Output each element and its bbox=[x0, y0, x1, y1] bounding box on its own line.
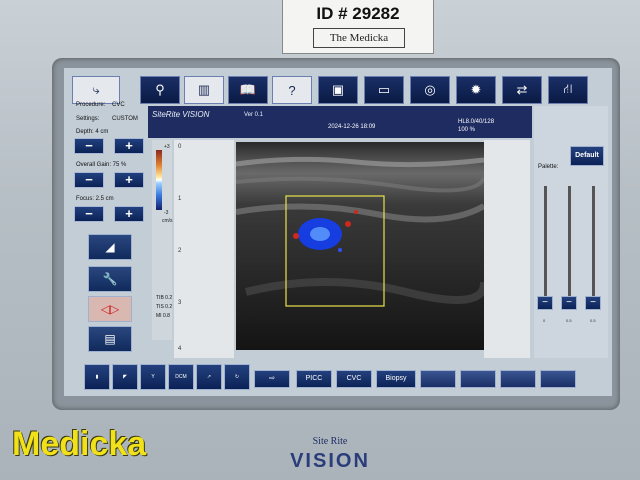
procedure-label: Procedure: bbox=[76, 102, 106, 108]
color-bar bbox=[156, 150, 162, 210]
slider-knob-2[interactable]: − bbox=[561, 296, 577, 310]
default-button[interactable]: Default bbox=[570, 146, 604, 166]
syringe-icon[interactable]: ⇨ bbox=[254, 370, 290, 388]
slider-track-2[interactable] bbox=[568, 186, 571, 296]
swap-icon[interactable]: ⇄ bbox=[502, 76, 542, 104]
logo-line-2: VISION bbox=[290, 450, 370, 472]
depth-tick: 0 bbox=[178, 144, 182, 150]
ultrasound-image[interactable] bbox=[236, 142, 484, 350]
bottom-toolbar: ▮ ◤ Y DCM ↗ ↻ ⇨ PICC CVC Biopsy bbox=[64, 358, 612, 396]
probe-thumb-icon[interactable]: ◤ bbox=[112, 364, 138, 390]
version-label: Ver 0.1 bbox=[244, 112, 264, 118]
empty-slot-3[interactable] bbox=[500, 370, 536, 388]
reel-icon[interactable]: ◎ bbox=[410, 76, 450, 104]
cvc-button[interactable]: CVC bbox=[336, 370, 372, 388]
palette-label: Palette: bbox=[538, 164, 559, 170]
power-percent: 100 % bbox=[458, 127, 476, 133]
empty-slot-4[interactable] bbox=[540, 370, 576, 388]
empty-slot-2[interactable] bbox=[460, 370, 496, 388]
picc-button[interactable]: PICC bbox=[296, 370, 332, 388]
depth-label: Depth: 4 cm bbox=[76, 129, 109, 135]
ultrasound-canvas bbox=[236, 142, 484, 350]
focus-label: Focus: 2.5 cm bbox=[76, 196, 114, 202]
mi-label: MI 0.8 bbox=[156, 313, 170, 319]
slider-tick: 0.5 bbox=[566, 318, 572, 323]
save-icon[interactable]: ▣ bbox=[318, 76, 358, 104]
record-icon[interactable]: ◁▷ bbox=[88, 296, 132, 322]
empty-slot-1[interactable] bbox=[420, 370, 456, 388]
depth-scale: 0 1 2 3 4 bbox=[174, 140, 234, 358]
brand-title: SiteRite VISION bbox=[152, 110, 210, 119]
slider-tick: 0.5 bbox=[590, 318, 596, 323]
left-control-panel: Procedure: CVC Settings: CUSTOM Depth: 4… bbox=[72, 102, 150, 352]
probe-label: HL8.0/40/128 bbox=[458, 119, 495, 125]
catheter-icon[interactable]: ↗ bbox=[196, 364, 222, 390]
depth-tick: 4 bbox=[178, 346, 182, 352]
depth-tick: 3 bbox=[178, 300, 182, 306]
procedure-value: CVC bbox=[112, 102, 125, 108]
slider-tick: 0 bbox=[543, 318, 546, 323]
book-icon[interactable]: 📖 bbox=[228, 76, 268, 104]
folder-icon[interactable]: ▭ bbox=[364, 76, 404, 104]
slider-track-3[interactable] bbox=[592, 186, 595, 296]
road-icon[interactable]: ⛙ bbox=[548, 76, 588, 104]
focus-minus-button[interactable]: − bbox=[74, 206, 104, 222]
probe-stats: HL8.0/40/128 100 % bbox=[458, 118, 494, 134]
tib-label: TIB 0.2 bbox=[156, 295, 173, 301]
watermark-text: Medicka bbox=[12, 425, 147, 463]
tis-label: TIS 0.2 bbox=[156, 304, 173, 310]
depth-tick: 2 bbox=[178, 248, 182, 254]
date-time: 2024-12-26 18:09 bbox=[328, 124, 376, 130]
right-control-panel: Default Palette: − − − 0 0.5 0.5 bbox=[534, 106, 608, 368]
gain-minus-button[interactable]: − bbox=[74, 172, 104, 188]
settings-label: Settings: bbox=[76, 116, 100, 122]
device-logo: Site Rite VISION bbox=[270, 436, 390, 476]
gain-plus-button[interactable]: + bbox=[114, 172, 144, 188]
safety-indices: TIB 0.2 TIS 0.2 MI 0.8 bbox=[156, 294, 172, 321]
scale-top-label: +3 bbox=[164, 144, 170, 150]
image-header: SiteRite VISION Ver 0.1 2024-12-26 18:09… bbox=[148, 106, 532, 138]
wrench-icon[interactable]: 🔧 bbox=[88, 266, 132, 292]
logo-line-1: Site Rite bbox=[312, 436, 348, 447]
top-toolbar: ⤷ ⚲ ▥ 📖 ? ▣ ▭ ◎ ✹ ⇄ ⛙ bbox=[72, 76, 606, 106]
biopsy-button[interactable]: Biopsy bbox=[376, 370, 416, 388]
rotate-icon[interactable]: ↻ bbox=[224, 364, 250, 390]
print-icon[interactable]: ▤ bbox=[88, 326, 132, 352]
depth-plus-button[interactable]: + bbox=[114, 138, 144, 154]
scale-unit-label: cm/s bbox=[162, 218, 173, 224]
sticker-brand-text: The Medicka bbox=[313, 28, 405, 48]
gain-label: Overall Gain: 75 % bbox=[76, 162, 127, 168]
exit-icon[interactable]: ⤷ bbox=[72, 76, 120, 104]
zoom-icon[interactable]: ⚲ bbox=[140, 76, 180, 104]
depth-tick: 1 bbox=[178, 196, 182, 202]
focus-plus-button[interactable]: + bbox=[114, 206, 144, 222]
touch-screen: ⤷ ⚲ ▥ 📖 ? ▣ ▭ ◎ ✹ ⇄ ⛙ Procedure: CVC Set… bbox=[64, 68, 612, 396]
slider-track-1[interactable] bbox=[544, 186, 547, 296]
slider-knob-1[interactable]: − bbox=[537, 296, 553, 310]
battery-icon: ▮ bbox=[84, 364, 110, 390]
bone-icon[interactable]: Y bbox=[140, 364, 166, 390]
probe-icon[interactable]: ◢ bbox=[88, 234, 132, 260]
help-icon[interactable]: ? bbox=[272, 76, 312, 104]
ruler-icon[interactable]: ▥ bbox=[184, 76, 224, 104]
asset-id-sticker: ID # 29282 The Medicka bbox=[282, 0, 434, 54]
brightness-icon[interactable]: ✹ bbox=[456, 76, 496, 104]
settings-value: CUSTOM bbox=[112, 116, 138, 122]
scale-bottom-label: -3 bbox=[164, 210, 169, 216]
image-right-margin bbox=[484, 140, 530, 358]
slider-knob-3[interactable]: − bbox=[585, 296, 601, 310]
depth-minus-button[interactable]: − bbox=[74, 138, 104, 154]
asset-id-text: ID # 29282 bbox=[316, 4, 400, 23]
dcm-button[interactable]: DCM bbox=[168, 364, 194, 390]
